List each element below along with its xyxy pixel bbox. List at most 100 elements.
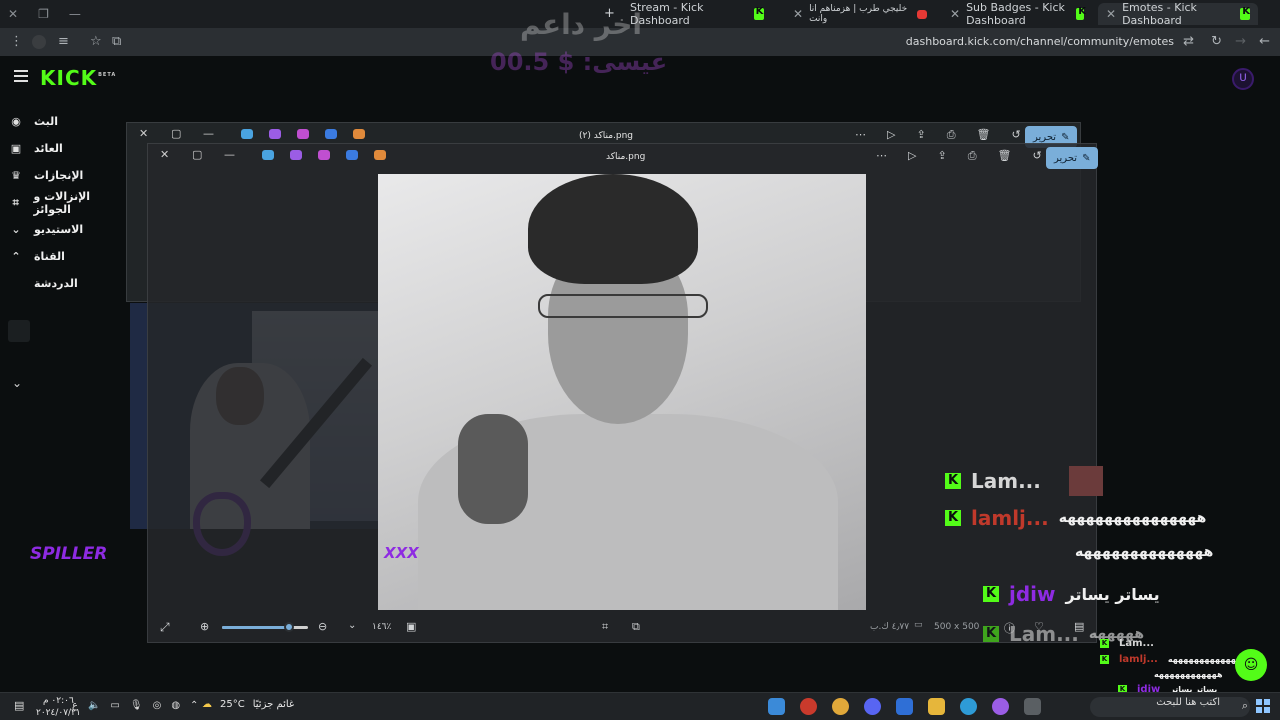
maximize-icon[interactable]: ▢ [171, 127, 181, 140]
close-tab-icon[interactable]: ✕ [950, 7, 960, 21]
url-field[interactable]: dashboard.kick.com/channel/community/emo… [906, 35, 1174, 48]
sidebar-item-channel[interactable]: ⌃ القناة [8, 243, 128, 270]
close-window-icon[interactable]: ✕ [8, 7, 18, 21]
back-icon[interactable]: ← [1259, 34, 1270, 49]
designer-icon[interactable] [297, 129, 309, 139]
print-icon[interactable]: ⎙ [968, 149, 977, 163]
tab-sub-badges[interactable]: ✕ Sub Badges - Kick Dashboard [942, 1, 1092, 27]
fit-window-icon[interactable]: ▣ [406, 620, 416, 633]
slideshow-icon[interactable]: ▷ [887, 128, 895, 142]
minimize-icon[interactable]: — [224, 148, 235, 161]
profile-icon[interactable] [32, 35, 46, 49]
edit-button[interactable]: تحرير ✎ [1046, 147, 1099, 169]
windows-start-icon[interactable] [1256, 699, 1270, 713]
chevron-up-icon[interactable]: ⌃ [190, 700, 198, 711]
minimize-icon[interactable]: — [203, 127, 214, 140]
store-icon[interactable] [896, 698, 913, 715]
refresh-icon[interactable]: ↻ [1211, 34, 1222, 49]
viewer-status-bar: ⤢ ⊕ ⊖ ⌄ ١٤٦٪ ▣ ⌗ ⧉ ٤٫٧٧ ك.ب ▭ 500 x 500 … [148, 616, 1096, 642]
restore-window-icon[interactable]: ❐ [38, 7, 49, 21]
share-icon[interactable]: ⇪ [916, 128, 925, 142]
kick-logo[interactable]: KICKBETA [40, 66, 116, 90]
viewer-toolbar: ⋯ ▷ ⇪ ⎙ 🗑 ↺ [855, 128, 1021, 142]
weather-widget[interactable]: ☁ 25°C غائم جزئيًا [202, 699, 294, 710]
menu-icon[interactable] [14, 70, 28, 85]
paint-icon[interactable] [325, 129, 337, 139]
print-icon[interactable]: ⎙ [947, 128, 956, 142]
onedrive-icon[interactable] [241, 129, 253, 139]
designer-icon[interactable] [318, 150, 330, 160]
chat-message: K Lam... [1100, 638, 1154, 649]
zoom-out-icon[interactable]: ⊖ [318, 620, 327, 633]
onedrive-icon[interactable] [262, 150, 274, 160]
sidebar-item-revenue[interactable]: ▣ العائد [8, 135, 128, 162]
close-icon[interactable]: ✕ [160, 148, 169, 161]
delete-icon[interactable]: 🗑 [977, 128, 991, 142]
sidebar-item-chat[interactable]: الدردشة [8, 270, 128, 297]
copilot-icon[interactable] [992, 698, 1009, 715]
file-explorer-icon[interactable] [928, 698, 945, 715]
chat-text: هههههههههههههههه [1058, 510, 1207, 526]
kick-badge-icon: K [1100, 655, 1109, 664]
microphone-icon[interactable]: 🎙 [130, 700, 143, 711]
sidebar-item-drops[interactable]: ⌗ الإنزالات و الجوائز [8, 189, 128, 216]
paint-app-icon[interactable] [768, 698, 785, 715]
rotate-icon[interactable]: ↺ [1032, 149, 1041, 163]
visual-search-icon[interactable]: ⌗ [602, 620, 608, 634]
edit-label: تحرير [1054, 152, 1078, 164]
zoom-slider-thumb[interactable] [284, 622, 295, 632]
tab-youtube[interactable]: ✕ خليجي طرب | هزمناهم انا وانت [785, 3, 935, 25]
more-icon[interactable]: ⋯ [876, 149, 887, 163]
photos-app-icon[interactable] [353, 129, 365, 139]
sidebar-item-label: العائد [34, 142, 63, 155]
maximize-icon[interactable]: ▢ [192, 148, 202, 161]
kick-badge-icon: K [945, 510, 961, 526]
camera-icon[interactable]: ◎ [153, 700, 162, 711]
kick-badge-icon: K [983, 586, 999, 602]
location-icon[interactable]: ◍ [171, 700, 180, 711]
notifications-icon[interactable]: ▤ [14, 699, 24, 712]
clipchamp-icon[interactable] [269, 129, 281, 139]
paint-icon[interactable] [346, 150, 358, 160]
weather-temp: 25°C [220, 699, 245, 710]
close-icon[interactable]: ✕ [139, 127, 148, 140]
close-tab-icon[interactable]: ✕ [793, 7, 803, 21]
extensions-icon[interactable]: ⧉ [112, 34, 121, 49]
sidebar-item-studio[interactable]: ⌄ الاستيديو [8, 216, 128, 243]
tab-emotes[interactable]: ✕ Emotes - Kick Dashboard [1098, 1, 1258, 27]
fullscreen-icon[interactable]: ⤢ [160, 620, 170, 635]
chevron-down-icon[interactable]: ⌄ [12, 376, 22, 390]
sidebar-item-broadcast[interactable]: ◉ البث [8, 108, 128, 135]
photos-app-icon[interactable] [374, 150, 386, 160]
share-icon[interactable]: ⇪ [937, 149, 946, 163]
reading-list-icon[interactable]: ≡ [58, 34, 69, 49]
favorite-star-icon[interactable]: ☆ [90, 34, 102, 49]
crop-icon[interactable]: ⧉ [632, 620, 640, 634]
chevron-down-icon[interactable]: ⌄ [348, 620, 356, 631]
zoom-in-icon[interactable]: ⊕ [200, 620, 209, 633]
delete-icon[interactable]: 🗑 [998, 149, 1012, 163]
slideshow-icon[interactable]: ▷ [908, 149, 916, 163]
close-tab-icon[interactable]: ✕ [1106, 7, 1116, 21]
more-menu-icon[interactable]: ⋮ [10, 34, 23, 49]
user-avatar[interactable]: ᑌ [1232, 68, 1254, 90]
discord-icon[interactable] [864, 698, 881, 715]
tab-stream[interactable]: Stream - Kick Dashboard [622, 1, 772, 27]
sidebar-item-achievements[interactable]: ♛ الإنجازات [8, 162, 128, 189]
chrome-icon[interactable] [832, 698, 849, 715]
network-icon[interactable]: ▭ [110, 700, 119, 711]
edge-icon[interactable] [960, 698, 977, 715]
volume-icon[interactable]: 🔈 [88, 700, 100, 711]
chat-username: Lam... [971, 469, 1041, 493]
minimize-window-icon[interactable]: — [69, 7, 81, 21]
language-indicator[interactable]: ع [72, 700, 78, 711]
rotate-icon[interactable]: ↺ [1011, 128, 1020, 142]
more-icon[interactable]: ⋯ [855, 128, 866, 142]
task-view-icon[interactable] [1024, 698, 1041, 715]
zoom-slider[interactable] [222, 622, 308, 632]
clipchamp-icon[interactable] [290, 150, 302, 160]
site-settings-icon[interactable]: ⇄ [1183, 34, 1194, 49]
support-chat-button[interactable]: ☺ [1235, 649, 1267, 681]
forward-icon[interactable]: → [1235, 34, 1246, 49]
obs-icon[interactable] [800, 698, 817, 715]
